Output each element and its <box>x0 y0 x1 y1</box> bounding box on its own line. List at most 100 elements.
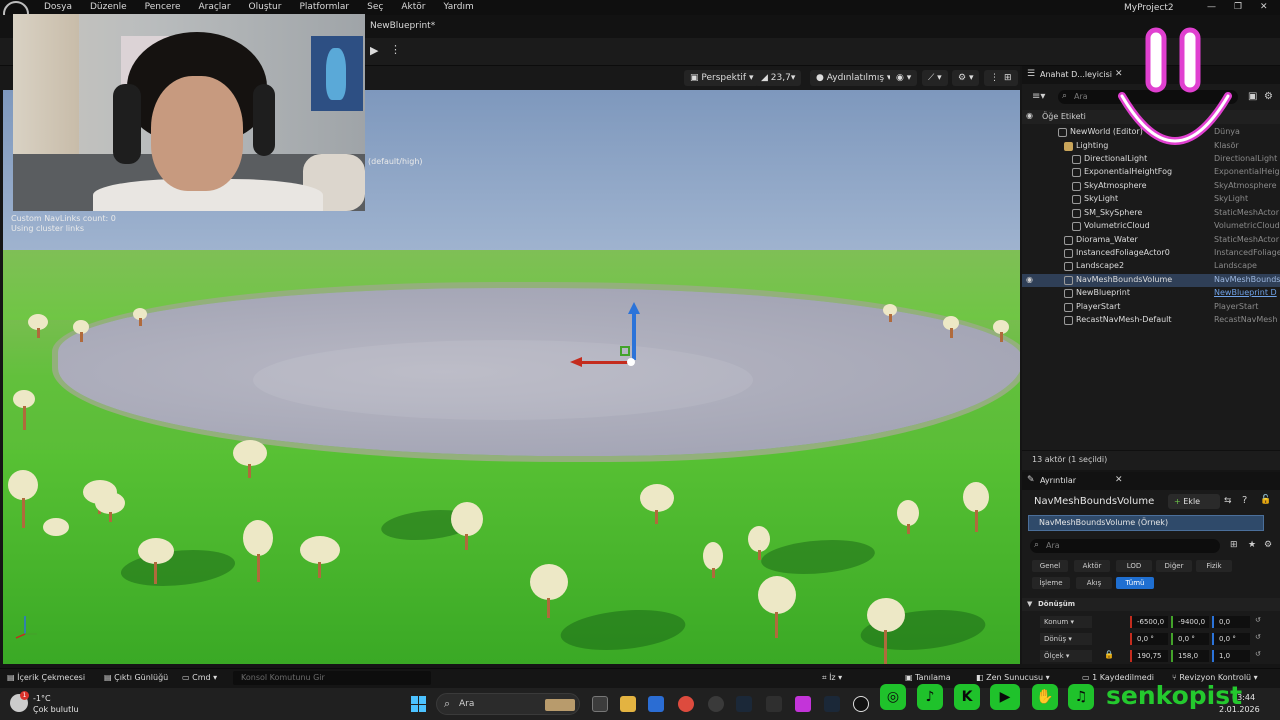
obs-icon[interactable] <box>708 696 724 712</box>
filter-streaming[interactable]: Akış <box>1076 577 1112 589</box>
details-tab[interactable]: ✎ Ayrıntılar ✕ <box>1022 472 1280 490</box>
filter-rendering[interactable]: İşleme <box>1032 577 1070 589</box>
outliner-row[interactable]: Diorama_Water StaticMeshActor <box>1022 234 1280 247</box>
content-drawer-button[interactable]: ▤ İçerik Çekmecesi <box>7 673 85 682</box>
minimize-icon[interactable]: — <box>1207 2 1216 12</box>
outliner-row-selected[interactable]: ◉ NavMeshBoundsVolume NavMeshBounds <box>1022 274 1280 287</box>
outliner-row[interactable]: RecastNavMesh-Default RecastNavMesh <box>1022 314 1280 327</box>
outliner-row[interactable]: Landscape2 Landscape <box>1022 260 1280 273</box>
row-type-link[interactable]: NewBlueprint D <box>1214 288 1277 297</box>
diagnostics-button[interactable]: ▣ Tanılama <box>905 673 951 682</box>
fov-dropdown[interactable]: ◢ 23,7▾ <box>755 70 802 86</box>
menu-window[interactable]: Pencere <box>145 2 181 12</box>
unreal-engine-icon[interactable] <box>853 696 869 712</box>
lock-icon[interactable]: 🔓 <box>1260 495 1271 505</box>
task-view-icon[interactable] <box>592 696 608 712</box>
close-tab-icon[interactable]: ✕ <box>1115 475 1123 485</box>
outliner-row[interactable]: PlayerStart PlayerStart <box>1022 301 1280 314</box>
menu-build[interactable]: Oluştur <box>249 2 282 12</box>
item-label-header[interactable]: Öğe Etiketi <box>1042 112 1086 121</box>
menu-tools[interactable]: Araçlar <box>198 2 230 12</box>
eye-icon[interactable]: ◉ <box>1026 111 1033 120</box>
star-icon[interactable]: ★ <box>1248 540 1256 550</box>
reset-icon[interactable]: ↺ <box>1255 633 1261 641</box>
eye-icon[interactable]: ◉ <box>1026 275 1033 284</box>
component-tree-item[interactable]: NavMeshBoundsVolume (Örnek) <box>1028 515 1264 531</box>
outliner-row[interactable]: NewBlueprint NewBlueprint D <box>1022 287 1280 300</box>
transform-section-header[interactable]: ▼ Dönüşüm <box>1022 598 1280 611</box>
scale-label[interactable]: Ölçek ▾ <box>1040 650 1092 662</box>
outliner-row[interactable]: SkyAtmosphere SkyAtmosphere <box>1022 180 1280 193</box>
details-search-input[interactable]: ⌕ Ara <box>1030 539 1220 553</box>
menu-help[interactable]: Yardım <box>443 2 473 12</box>
weather-description[interactable]: Çok bulutlu <box>33 705 79 714</box>
rotation-label[interactable]: Dönüş ▾ <box>1040 633 1092 645</box>
location-y[interactable]: -9400,0 <box>1171 616 1209 628</box>
perspective-dropdown[interactable]: ▣ Perspektif ▾ <box>684 70 760 86</box>
menu-platforms[interactable]: Platformlar <box>299 2 349 12</box>
menu-file[interactable]: Dosya <box>44 2 72 12</box>
play-icon[interactable]: ▶ <box>370 44 384 58</box>
scale-y[interactable]: 158,0 <box>1171 650 1209 662</box>
reset-icon[interactable]: ↺ <box>1255 650 1261 658</box>
cmd-dropdown[interactable]: ▭ Cmd ▾ <box>182 673 217 682</box>
gear-icon[interactable]: ⚙ <box>1264 540 1272 550</box>
file-explorer-icon[interactable] <box>620 696 636 712</box>
maximize-icon[interactable]: ❐ <box>1234 2 1242 12</box>
trace-button[interactable]: ⌗ İz ▾ <box>822 673 842 683</box>
chrome-icon[interactable] <box>678 696 694 712</box>
filter-physics[interactable]: Fizik <box>1196 560 1232 572</box>
settings-icon[interactable]: ⚙ <box>1264 91 1273 102</box>
close-icon[interactable]: ✕ <box>1260 2 1268 12</box>
zen-server-button[interactable]: ◧ Zen Sunucusu ▾ <box>976 673 1050 682</box>
outliner-row[interactable]: SM_SkySphere StaticMeshActor <box>1022 207 1280 220</box>
help-icon[interactable]: ? <box>1242 495 1247 506</box>
scale-z[interactable]: 1,0 <box>1212 650 1250 662</box>
rotation-y[interactable]: 0,0 ° <box>1171 633 1209 645</box>
filter-actor[interactable]: Aktör <box>1074 560 1110 572</box>
lighting-mode-dropdown[interactable]: ● Aydınlatılmış ▾ <box>810 70 898 86</box>
outliner-row[interactable]: InstancedFoliageActor0 InstancedFoliage <box>1022 247 1280 260</box>
add-component-button[interactable]: + Ekle <box>1168 494 1220 509</box>
outliner-row[interactable]: VolumetricCloud VolumetricCloud <box>1022 220 1280 233</box>
gizmo-z-axis[interactable] <box>632 308 636 360</box>
rotation-x[interactable]: 0,0 ° <box>1130 633 1168 645</box>
gizmo-pivot[interactable] <box>627 358 635 366</box>
gizmo-x-axis[interactable] <box>579 361 631 364</box>
grid-view-icon[interactable]: ⊞ <box>1230 540 1238 550</box>
outliner-row[interactable]: ExponentialHeightFog ExponentialHeigh <box>1022 166 1280 179</box>
filter-lod[interactable]: LOD <box>1116 560 1152 572</box>
epic-games-icon[interactable] <box>766 696 782 712</box>
location-x[interactable]: -6500,0 <box>1130 616 1168 628</box>
filter-all[interactable]: Tümü <box>1116 577 1154 589</box>
location-label[interactable]: Konum ▾ <box>1040 616 1092 628</box>
console-command-input[interactable]: Konsol Komutunu Gir <box>233 671 431 685</box>
more-options-icon[interactable]: ⋮ <box>390 43 401 56</box>
scale-x[interactable]: 190,75 <box>1130 650 1168 662</box>
app-icon[interactable] <box>795 696 811 712</box>
filter-icon[interactable]: ≡▾ <box>1032 91 1045 102</box>
filter-general[interactable]: Genel <box>1032 560 1068 572</box>
store-icon[interactable] <box>648 696 664 712</box>
rotation-z[interactable]: 0,0 ° <box>1212 633 1250 645</box>
outliner-row[interactable]: SkyLight SkyLight <box>1022 193 1280 206</box>
taskbar-search-input[interactable]: ⌕ Ara <box>436 693 580 715</box>
menu-edit[interactable]: Düzenle <box>90 2 127 12</box>
gizmo-plane-handle[interactable] <box>620 346 630 356</box>
show-flags-button[interactable]: ◉ ▾ <box>890 70 918 86</box>
location-z[interactable]: 0,0 <box>1212 616 1250 628</box>
menu-select[interactable]: Seç <box>367 2 383 12</box>
filter-other[interactable]: Diğer <box>1156 560 1192 572</box>
blueprint-convert-icon[interactable]: ⇆ <box>1224 496 1232 506</box>
windows-start-icon[interactable] <box>411 696 427 712</box>
output-log-button[interactable]: ▤ Çıktı Günlüğü <box>104 673 168 682</box>
lock-icon[interactable]: 🔒 <box>1104 650 1114 659</box>
steam-icon[interactable] <box>824 696 840 712</box>
weather-temperature[interactable]: -1°C <box>33 694 51 703</box>
steam-icon[interactable] <box>736 696 752 712</box>
transform-tools-button[interactable]: ⟋ ▾ <box>922 70 948 86</box>
settings-button[interactable]: ⚙ ▾ <box>952 70 980 86</box>
reset-icon[interactable]: ↺ <box>1255 616 1261 624</box>
menu-actor[interactable]: Aktör <box>401 2 425 12</box>
tab-new-blueprint[interactable]: NewBlueprint* <box>370 21 435 31</box>
